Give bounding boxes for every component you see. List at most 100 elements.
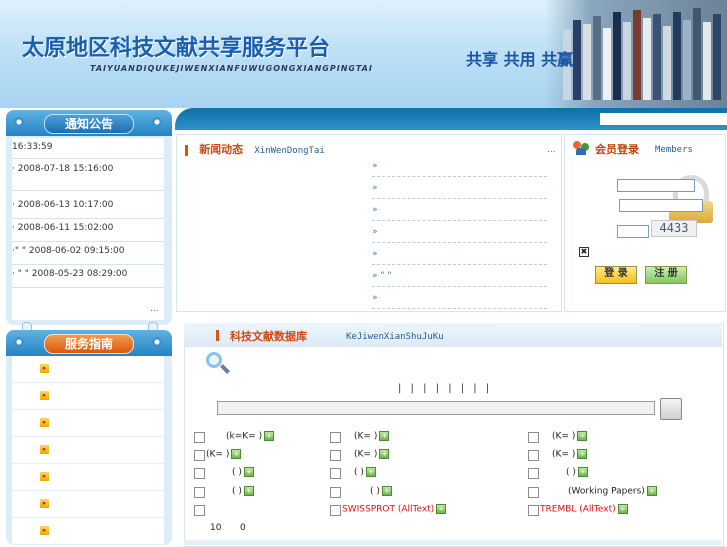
guide-item[interactable]: ▸ <box>12 491 164 518</box>
db-option[interactable]: (K= ) + <box>552 449 588 460</box>
news-title: 新闻动态 <box>199 143 244 156</box>
db-option[interactable]: (K= ) + <box>206 449 242 460</box>
db-checkbox[interactable] <box>528 468 539 479</box>
member-title: 会员登录 <box>595 143 639 156</box>
plus-icon[interactable]: + <box>577 467 588 477</box>
db-option[interactable]: ( ) + <box>232 467 254 478</box>
db-checkbox[interactable] <box>330 432 341 443</box>
db-checkbox[interactable] <box>194 450 205 461</box>
guide-item[interactable]: ▸ <box>12 437 164 464</box>
db-option[interactable]: (k=K= ) + <box>226 431 275 442</box>
register-button[interactable]: 注 册 <box>645 266 687 284</box>
plus-icon[interactable]: + <box>379 431 390 441</box>
db-option[interactable]: ( ) + <box>354 467 376 478</box>
section-marker-icon <box>216 330 219 341</box>
news-item[interactable]: » <box>372 243 547 265</box>
news-more-link[interactable]: ... <box>547 145 556 155</box>
database-footer <box>184 540 722 545</box>
remember-checkbox[interactable]: ✖ <box>579 247 589 257</box>
notice-panel-header: 通知公告 <box>6 110 172 136</box>
captcha-image: 4433 <box>651 220 697 237</box>
dot-icon <box>152 337 162 347</box>
db-checkbox[interactable] <box>194 432 205 443</box>
db-option[interactable]: ( ) + <box>232 486 254 497</box>
login-button[interactable]: 登 录 <box>595 266 637 284</box>
dot-icon <box>152 117 162 127</box>
db-option[interactable]: ( ) + <box>370 486 392 497</box>
slogan: 共享 共用 共赢 <box>466 50 574 69</box>
db-option[interactable]: ( ) + <box>566 467 588 478</box>
db-checkbox[interactable] <box>330 468 341 479</box>
password-input[interactable] <box>619 199 703 212</box>
captcha-input[interactable] <box>617 225 649 238</box>
db-option[interactable]: (K= ) + <box>354 449 390 460</box>
notice-item[interactable]: · 2008-06-13 10:17:00 <box>12 200 164 219</box>
db-option[interactable]: TREMBL (AllText) + <box>540 504 628 515</box>
plus-icon[interactable]: + <box>617 504 628 514</box>
db-checkbox[interactable] <box>330 487 341 498</box>
plus-icon[interactable]: + <box>381 486 392 496</box>
notice-item[interactable]: · 2008-07-18 15:16:00 <box>12 164 164 191</box>
db-checkbox[interactable] <box>528 487 539 498</box>
dot-icon <box>14 117 24 127</box>
notice-item[interactable]: 16:33:59 <box>12 142 164 159</box>
news-item[interactable]: » <box>372 199 547 221</box>
magnifier-icon <box>206 352 230 376</box>
search-button[interactable] <box>660 398 682 420</box>
plus-icon[interactable]: + <box>231 449 242 459</box>
guide-item[interactable]: ▸ <box>12 464 164 491</box>
news-item[interactable]: » <box>372 221 547 243</box>
guide-item[interactable]: ▸ <box>12 518 164 545</box>
news-item[interactable]: » <box>372 155 547 177</box>
guide-title: 服务指南 <box>44 334 134 354</box>
notice-item-text: · 2008-07-18 15:16:00 <box>12 164 114 174</box>
database-pinyin: KeJiwenXianShuJuKu <box>346 332 444 342</box>
db-checkbox[interactable] <box>194 468 205 479</box>
notice-list: 16:33:59 · 2008-07-18 15:16:00 · 2008-06… <box>12 138 164 320</box>
db-checkbox[interactable] <box>194 487 205 498</box>
notice-item[interactable]: ·" " 2008-06-02 09:15:00 <box>12 246 164 265</box>
db-checkbox[interactable] <box>528 450 539 461</box>
guide-item[interactable]: ▸ <box>12 410 164 437</box>
search-category-links[interactable]: | | | | | | | | <box>398 383 492 394</box>
news-panel: 新闻动态 XinWenDongTai ... » » » » » » " " » <box>176 134 562 312</box>
notice-more-link[interactable]: ... <box>150 304 159 314</box>
db-option[interactable]: (K= ) + <box>552 431 588 442</box>
plus-icon[interactable]: + <box>243 486 254 496</box>
dot-icon <box>14 337 24 347</box>
plus-icon[interactable]: + <box>646 486 657 496</box>
members-icon <box>573 141 591 155</box>
result-count: 10 <box>210 523 222 533</box>
plus-icon[interactable]: + <box>577 431 588 441</box>
db-checkbox[interactable] <box>330 450 341 461</box>
guide-item[interactable]: ▸ <box>12 356 164 383</box>
arrow-right-icon: ▸ <box>40 526 49 535</box>
guide-list: ▸ ▸ ▸ ▸ ▸ ▸ ▸ <box>12 356 164 545</box>
database-header: 科技文献数据库 KeJiwenXianShuJuKu <box>184 323 722 347</box>
arrow-right-icon: ▸ <box>40 499 49 508</box>
username-input[interactable] <box>617 179 695 192</box>
db-checkbox[interactable] <box>528 505 539 516</box>
plus-icon[interactable]: + <box>243 467 254 477</box>
plus-icon[interactable]: + <box>379 449 390 459</box>
db-checkbox[interactable] <box>330 505 341 516</box>
news-item[interactable]: » " " <box>372 265 547 287</box>
plus-icon[interactable]: + <box>365 467 376 477</box>
search-input[interactable] <box>217 401 655 415</box>
db-option[interactable]: (K= ) + <box>354 431 390 442</box>
notice-item[interactable]: · " " 2008-05-23 08:29:00 <box>12 269 164 288</box>
guide-item[interactable]: ▸ <box>12 383 164 410</box>
db-option[interactable]: (Working Papers) + <box>568 486 657 497</box>
db-option[interactable]: SWISSPROT (AllText) + <box>342 504 447 515</box>
plus-icon[interactable]: + <box>264 431 275 441</box>
db-checkbox[interactable] <box>194 505 205 516</box>
news-item[interactable]: » <box>372 287 547 309</box>
arrow-right-icon: ▸ <box>40 364 49 373</box>
db-checkbox[interactable] <box>528 432 539 443</box>
member-panel: 会员登录 Members 4433 ✖ 登 录 注 册 <box>564 134 726 312</box>
notice-item[interactable]: · 2008-06-11 15:02:00 <box>12 223 164 242</box>
arrow-right-icon: ▸ <box>40 445 49 454</box>
plus-icon[interactable]: + <box>577 449 588 459</box>
plus-icon[interactable]: + <box>436 504 447 514</box>
news-item[interactable]: » <box>372 177 547 199</box>
